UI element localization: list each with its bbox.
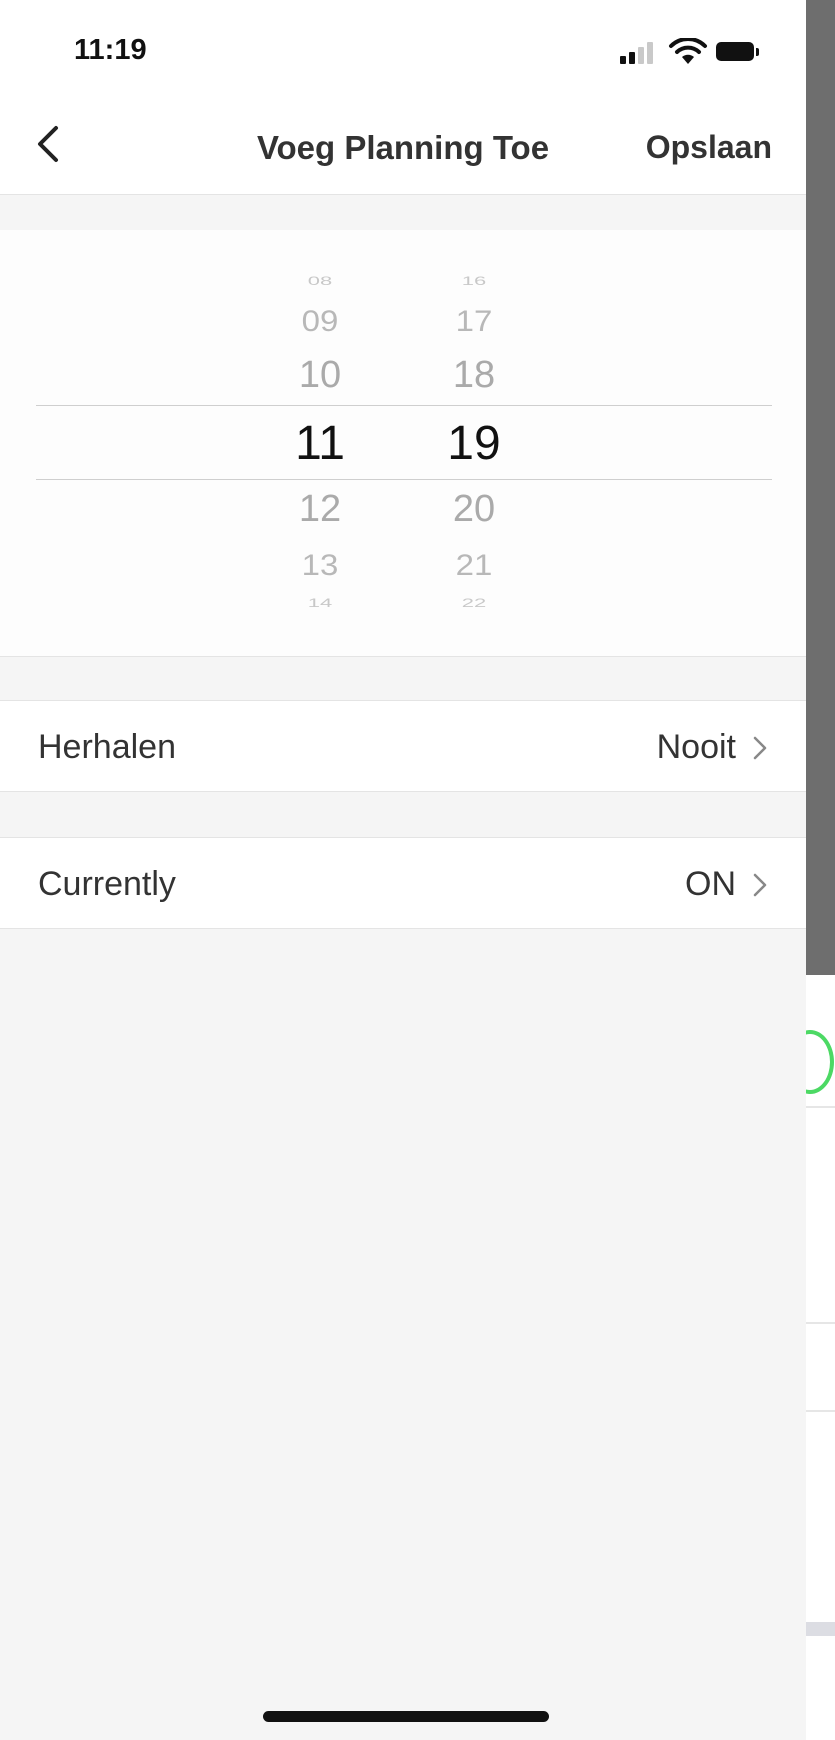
time-picker[interactable]: 08 09 10 11 12 13 14 16 17 18 19 20 21 2… — [0, 230, 806, 657]
chevron-right-icon — [753, 736, 767, 760]
picker-selection-top-line — [36, 405, 772, 406]
minute-selected[interactable]: 19 — [414, 416, 534, 471]
peek-divider — [806, 1322, 835, 1324]
repeat-value: Nooit — [656, 728, 736, 766]
status-icons — [620, 38, 770, 68]
save-button[interactable]: Opslaan — [646, 129, 772, 166]
currently-value: ON — [685, 865, 736, 903]
minute-option[interactable]: 18 — [414, 354, 534, 397]
minute-option[interactable]: 22 — [414, 596, 534, 610]
chevron-right-icon — [753, 873, 767, 897]
peek-divider — [806, 1410, 835, 1412]
peek-dim-overlay — [806, 0, 835, 975]
peek-divider — [806, 1106, 835, 1108]
minute-option[interactable]: 16 — [414, 274, 534, 288]
minute-option[interactable]: 17 — [414, 304, 534, 338]
status-bar: 11:19 — [0, 0, 806, 96]
status-time: 11:19 — [74, 34, 147, 66]
hour-option[interactable]: 14 — [260, 596, 380, 610]
picker-selection-bottom-line — [36, 479, 772, 480]
currently-label: Currently — [38, 865, 176, 903]
hour-option[interactable]: 13 — [260, 548, 380, 582]
hour-wheel[interactable]: 08 09 10 11 12 13 14 — [260, 230, 380, 656]
repeat-label: Herhalen — [38, 728, 176, 766]
peek-bar — [806, 1622, 835, 1636]
battery-icon — [716, 42, 754, 61]
home-indicator — [263, 1711, 549, 1722]
peek-toggle-icon — [806, 1030, 834, 1094]
hour-option[interactable]: 09 — [260, 304, 380, 338]
currently-row[interactable]: Currently ON — [0, 837, 806, 929]
hour-option[interactable]: 08 — [260, 274, 380, 288]
repeat-row[interactable]: Herhalen Nooit — [0, 700, 806, 792]
hour-selected[interactable]: 11 — [260, 416, 380, 471]
minute-wheel[interactable]: 16 17 18 19 20 21 22 — [414, 230, 534, 656]
minute-option[interactable]: 20 — [414, 488, 534, 531]
wifi-icon — [669, 38, 707, 64]
hour-option[interactable]: 10 — [260, 354, 380, 397]
hour-option[interactable]: 12 — [260, 488, 380, 531]
navigation-bar: Voeg Planning Toe Opslaan — [0, 96, 806, 195]
add-schedule-screen: 11:19 Voeg Planning Toe Opslaan 08 09 10… — [0, 0, 806, 1740]
background-page-peek — [806, 0, 835, 1740]
minute-option[interactable]: 21 — [414, 548, 534, 582]
